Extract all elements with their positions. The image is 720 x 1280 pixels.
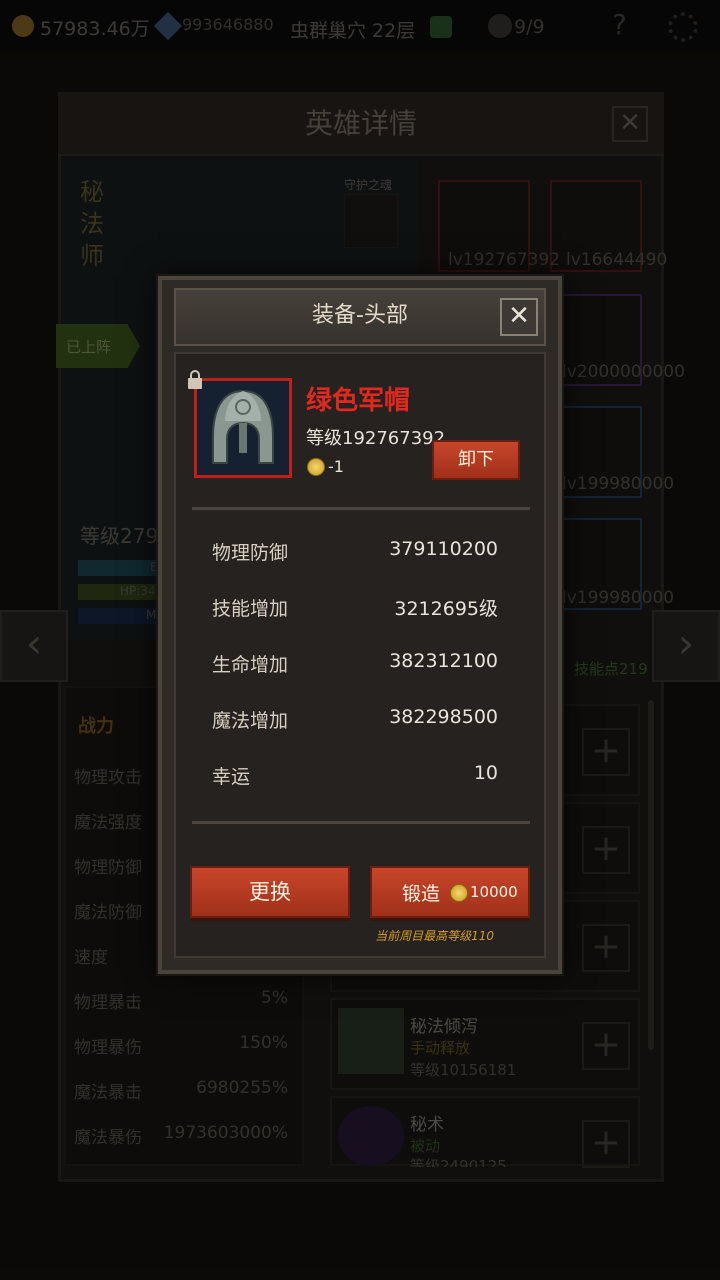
coin-icon — [307, 458, 325, 476]
stat-label-physical-defense: 物理防御 — [212, 542, 289, 564]
divider-top — [192, 507, 530, 510]
stat-value-physical-defense: 379110200 — [389, 538, 498, 560]
stat-value-hp-bonus: 382312100 — [389, 650, 498, 672]
forge-label: 锻造 — [402, 883, 441, 905]
lock-icon[interactable] — [186, 370, 206, 390]
stat-label-mp-bonus: 魔法增加 — [212, 710, 289, 732]
stat-label-luck: 幸运 — [212, 766, 251, 788]
forge-cost: 10000 — [470, 883, 518, 901]
modal-title: 装备-头部 — [312, 303, 408, 328]
stat-value-luck: 10 — [473, 762, 498, 784]
item-icon-frame[interactable] — [194, 378, 292, 478]
stat-value-mp-bonus: 382298500 — [389, 706, 498, 728]
item-level: 等级192767392 — [306, 428, 446, 449]
divider-bottom — [192, 821, 530, 824]
stat-label-hp-bonus: 生命增加 — [212, 654, 289, 676]
forge-coin-icon — [450, 884, 468, 902]
modal-close-button[interactable]: ✕ — [500, 298, 538, 336]
helmet-icon — [212, 389, 274, 464]
item-name: 绿色军帽 — [306, 386, 411, 416]
stat-label-skill-bonus: 技能增加 — [212, 598, 289, 620]
item-cost: -1 — [328, 457, 344, 476]
unequip-button[interactable]: 卸下 — [432, 440, 520, 480]
stat-value-skill-bonus: 3212695级 — [394, 598, 498, 620]
replace-button[interactable]: 更换 — [190, 866, 350, 918]
max-level-note: 当前周目最高等级110 — [375, 929, 494, 943]
